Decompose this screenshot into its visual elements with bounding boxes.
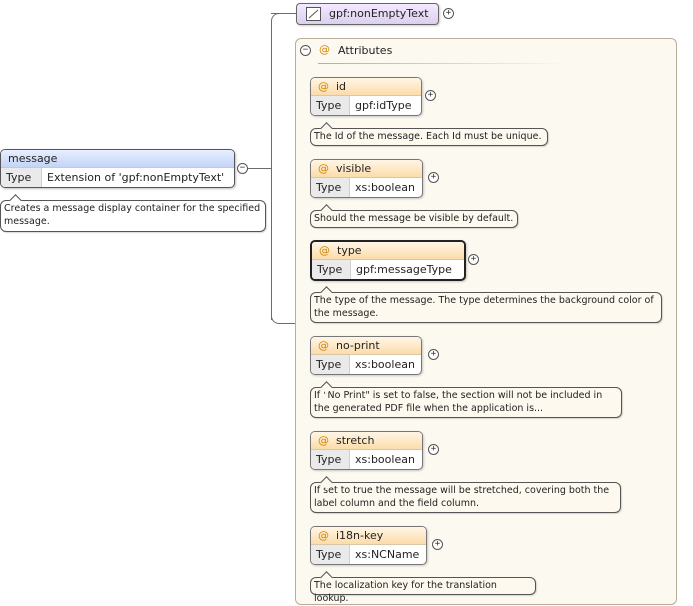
attribute-type[interactable]: @ type Type gpf:messageType xyxy=(310,240,466,281)
attributes-underline xyxy=(318,63,568,64)
branch-curve-top xyxy=(271,13,284,26)
attributes-at-icon: @ xyxy=(319,43,330,56)
expand-icon[interactable]: + xyxy=(428,349,439,360)
collapse-icon[interactable]: − xyxy=(237,163,248,174)
attribute-stretch[interactable]: @ stretch Type xs:boolean xyxy=(310,431,423,470)
attribute-name: visible xyxy=(336,162,372,175)
attribute-id[interactable]: @ id Type gpf:idType xyxy=(310,77,422,116)
type-value: gpf:messageType xyxy=(356,263,452,276)
type-value: gpf:idType xyxy=(355,99,412,112)
message-doc: Creates a message display container for … xyxy=(0,200,266,232)
attribute-no-print[interactable]: @ no-print Type xs:boolean xyxy=(310,336,422,375)
at-icon: @ xyxy=(318,339,329,352)
type-value: xs:boolean xyxy=(355,181,415,194)
attributes-collapse-icon[interactable]: − xyxy=(300,45,311,56)
expand-icon[interactable]: + xyxy=(443,8,454,19)
attribute-doc: If set to true the message will be stret… xyxy=(310,482,621,513)
root-connector xyxy=(247,168,271,169)
attribute-doc: The Id of the message. Each Id must be u… xyxy=(310,128,548,146)
attribute-name: stretch xyxy=(336,434,375,447)
at-icon: @ xyxy=(318,80,329,93)
at-icon: @ xyxy=(319,244,330,257)
type-key: Type xyxy=(311,96,350,115)
simple-content-name: gpf:nonEmptyText xyxy=(329,7,429,20)
attribute-name: no-print xyxy=(336,339,380,352)
branch-curve-bottom xyxy=(271,311,296,324)
attribute-doc: Should the message be visible by default… xyxy=(310,210,518,228)
expand-icon[interactable]: + xyxy=(428,172,439,183)
type-key: Type xyxy=(312,260,351,279)
type-value: xs:boolean xyxy=(355,453,415,466)
type-key: Type xyxy=(311,450,350,469)
vertical-connector xyxy=(271,20,272,320)
type-key: Type xyxy=(311,178,350,197)
attribute-i18n-key[interactable]: @ i18n-key Type xs:NCName xyxy=(310,526,427,565)
expand-icon[interactable]: + xyxy=(425,90,436,101)
attribute-doc: If "No Print" is set to false, the secti… xyxy=(310,387,622,418)
simple-type-icon xyxy=(306,7,321,21)
attribute-name: i18n-key xyxy=(336,529,384,542)
attribute-name: type xyxy=(337,244,362,257)
simple-content-box[interactable]: gpf:nonEmptyText xyxy=(296,3,439,25)
at-icon: @ xyxy=(318,434,329,447)
attribute-doc: The localization key for the translation… xyxy=(310,577,536,604)
message-element[interactable]: message Type Extension of 'gpf:nonEmptyT… xyxy=(0,149,235,188)
type-value: xs:boolean xyxy=(355,358,415,371)
expand-icon[interactable]: + xyxy=(428,444,439,455)
type-value: xs:NCName xyxy=(355,548,420,561)
attribute-doc: The type of the message. The type determ… xyxy=(310,292,662,323)
expand-icon[interactable]: + xyxy=(468,254,479,265)
at-icon: @ xyxy=(318,529,329,542)
type-key: Type xyxy=(311,545,350,564)
attributes-label: Attributes xyxy=(338,44,393,57)
type-value: Extension of 'gpf:nonEmptyText' xyxy=(47,171,225,184)
at-icon: @ xyxy=(318,162,329,175)
element-name: message xyxy=(1,150,234,168)
attribute-name: id xyxy=(336,80,347,93)
type-key: Type xyxy=(311,355,350,374)
type-key: Type xyxy=(1,168,42,187)
attribute-visible[interactable]: @ visible Type xs:boolean xyxy=(310,159,423,198)
expand-icon[interactable]: + xyxy=(432,539,443,550)
